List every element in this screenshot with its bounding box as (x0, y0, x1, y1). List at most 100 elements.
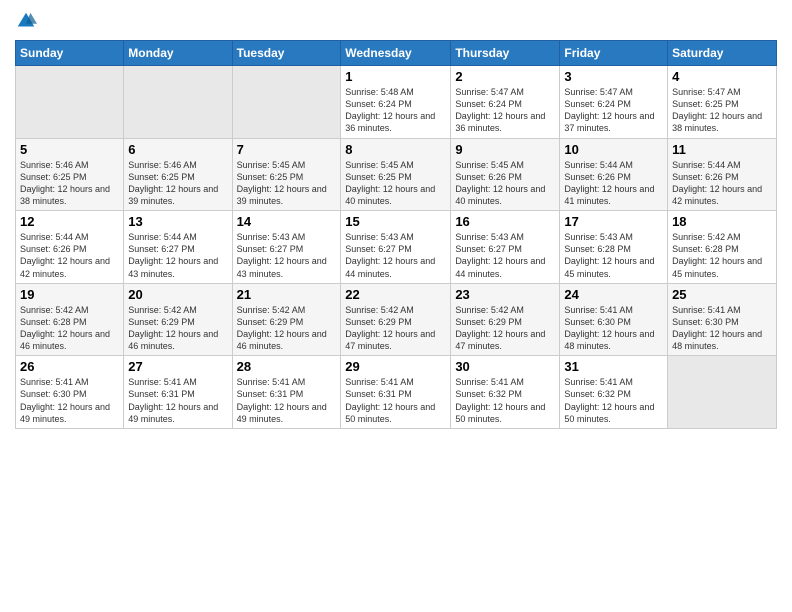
weekday-header: Tuesday (232, 41, 341, 66)
calendar-cell: 2 Sunrise: 5:47 AMSunset: 6:24 PMDaylight… (451, 66, 560, 139)
calendar-cell: 25 Sunrise: 5:41 AMSunset: 6:30 PMDayligh… (668, 283, 777, 356)
day-number: 5 (20, 142, 119, 157)
day-info: Sunrise: 5:46 AMSunset: 6:25 PMDaylight:… (20, 160, 110, 206)
calendar-cell: 19Sunrise: 5:42 AMSunset: 6:28 PMDayligh… (16, 283, 124, 356)
day-info: Sunrise: 5:42 AMSunset: 6:28 PMDaylight:… (672, 232, 762, 278)
day-number: 7 (237, 142, 337, 157)
day-info: Sunrise: 5:41 AMSunset: 6:31 PMDaylight:… (345, 377, 435, 423)
calendar-cell (124, 66, 232, 139)
day-number: 6 (128, 142, 227, 157)
weekday-header: Sunday (16, 41, 124, 66)
day-info: Sunrise: 5:46 AMSunset: 6:25 PMDaylight:… (128, 160, 218, 206)
logo (15, 10, 39, 32)
day-info: Sunrise: 5:42 AMSunset: 6:28 PMDaylight:… (20, 305, 110, 351)
calendar-cell: 23Sunrise: 5:42 AMSunset: 6:29 PMDayligh… (451, 283, 560, 356)
day-number: 10 (564, 142, 663, 157)
day-number: 30 (455, 359, 555, 374)
calendar-cell: 12 Sunrise: 5:44 AMSunset: 6:26 PMDayligh… (16, 211, 124, 284)
weekday-header: Thursday (451, 41, 560, 66)
day-number: 12 (20, 214, 119, 229)
day-info: Sunrise: 5:47 AMSunset: 6:25 PMDaylight:… (672, 87, 762, 133)
day-number: 17 (564, 214, 663, 229)
logo-icon (15, 10, 37, 32)
weekday-header: Friday (560, 41, 668, 66)
day-info: Sunrise: 5:45 AMSunset: 6:26 PMDaylight:… (455, 160, 545, 206)
day-info: Sunrise: 5:41 AMSunset: 6:30 PMDaylight:… (20, 377, 110, 423)
day-number: 21 (237, 287, 337, 302)
calendar-cell: 28Sunrise: 5:41 AMSunset: 6:31 PMDayligh… (232, 356, 341, 429)
calendar-week-row: 5 Sunrise: 5:46 AMSunset: 6:25 PMDaylight… (16, 138, 777, 211)
day-number: 1 (345, 69, 446, 84)
day-info: Sunrise: 5:41 AMSunset: 6:31 PMDaylight:… (128, 377, 218, 423)
day-info: Sunrise: 5:42 AMSunset: 6:29 PMDaylight:… (237, 305, 327, 351)
calendar-cell: 16 Sunrise: 5:43 AMSunset: 6:27 PMDayligh… (451, 211, 560, 284)
day-number: 27 (128, 359, 227, 374)
weekday-header: Saturday (668, 41, 777, 66)
calendar-cell: 29 Sunrise: 5:41 AMSunset: 6:31 PMDayligh… (341, 356, 451, 429)
weekday-header: Wednesday (341, 41, 451, 66)
day-number: 14 (237, 214, 337, 229)
calendar-cell: 31Sunrise: 5:41 AMSunset: 6:32 PMDayligh… (560, 356, 668, 429)
calendar-cell: 17Sunrise: 5:43 AMSunset: 6:28 PMDayligh… (560, 211, 668, 284)
day-info: Sunrise: 5:42 AMSunset: 6:29 PMDaylight:… (128, 305, 218, 351)
day-info: Sunrise: 5:47 AMSunset: 6:24 PMDaylight:… (455, 87, 545, 133)
day-info: Sunrise: 5:43 AMSunset: 6:27 PMDaylight:… (455, 232, 545, 278)
day-info: Sunrise: 5:41 AMSunset: 6:30 PMDaylight:… (672, 305, 762, 351)
calendar-week-row: 26Sunrise: 5:41 AMSunset: 6:30 PMDayligh… (16, 356, 777, 429)
calendar-cell: 14Sunrise: 5:43 AMSunset: 6:27 PMDayligh… (232, 211, 341, 284)
calendar-cell: 1 Sunrise: 5:48 AMSunset: 6:24 PMDaylight… (341, 66, 451, 139)
calendar-cell: 5 Sunrise: 5:46 AMSunset: 6:25 PMDaylight… (16, 138, 124, 211)
calendar-cell: 8 Sunrise: 5:45 AMSunset: 6:25 PMDaylight… (341, 138, 451, 211)
day-number: 2 (455, 69, 555, 84)
day-info: Sunrise: 5:44 AMSunset: 6:26 PMDaylight:… (564, 160, 654, 206)
calendar-cell: 21 Sunrise: 5:42 AMSunset: 6:29 PMDayligh… (232, 283, 341, 356)
day-number: 25 (672, 287, 772, 302)
day-info: Sunrise: 5:48 AMSunset: 6:24 PMDaylight:… (345, 87, 435, 133)
calendar-cell: 9 Sunrise: 5:45 AMSunset: 6:26 PMDaylight… (451, 138, 560, 211)
day-info: Sunrise: 5:41 AMSunset: 6:31 PMDaylight:… (237, 377, 327, 423)
day-info: Sunrise: 5:45 AMSunset: 6:25 PMDaylight:… (345, 160, 435, 206)
calendar-cell: 26Sunrise: 5:41 AMSunset: 6:30 PMDayligh… (16, 356, 124, 429)
day-info: Sunrise: 5:44 AMSunset: 6:26 PMDaylight:… (672, 160, 762, 206)
calendar-cell: 20 Sunrise: 5:42 AMSunset: 6:29 PMDayligh… (124, 283, 232, 356)
day-number: 8 (345, 142, 446, 157)
calendar-cell: 18 Sunrise: 5:42 AMSunset: 6:28 PMDayligh… (668, 211, 777, 284)
calendar-cell: 30Sunrise: 5:41 AMSunset: 6:32 PMDayligh… (451, 356, 560, 429)
day-number: 16 (455, 214, 555, 229)
day-number: 3 (564, 69, 663, 84)
weekday-header: Monday (124, 41, 232, 66)
day-number: 24 (564, 287, 663, 302)
day-number: 29 (345, 359, 446, 374)
calendar-week-row: 1 Sunrise: 5:48 AMSunset: 6:24 PMDaylight… (16, 66, 777, 139)
day-number: 18 (672, 214, 772, 229)
day-info: Sunrise: 5:44 AMSunset: 6:27 PMDaylight:… (128, 232, 218, 278)
calendar-week-row: 12 Sunrise: 5:44 AMSunset: 6:26 PMDayligh… (16, 211, 777, 284)
weekday-header-row: SundayMondayTuesdayWednesdayThursdayFrid… (16, 41, 777, 66)
calendar-cell: 4Sunrise: 5:47 AMSunset: 6:25 PMDaylight… (668, 66, 777, 139)
calendar-cell: 7 Sunrise: 5:45 AMSunset: 6:25 PMDaylight… (232, 138, 341, 211)
day-info: Sunrise: 5:45 AMSunset: 6:25 PMDaylight:… (237, 160, 327, 206)
day-info: Sunrise: 5:47 AMSunset: 6:24 PMDaylight:… (564, 87, 654, 133)
day-info: Sunrise: 5:44 AMSunset: 6:26 PMDaylight:… (20, 232, 110, 278)
calendar-cell: 13 Sunrise: 5:44 AMSunset: 6:27 PMDayligh… (124, 211, 232, 284)
page: SundayMondayTuesdayWednesdayThursdayFrid… (0, 0, 792, 612)
calendar-cell: 15Sunrise: 5:43 AMSunset: 6:27 PMDayligh… (341, 211, 451, 284)
calendar-cell (16, 66, 124, 139)
calendar-cell: 24 Sunrise: 5:41 AMSunset: 6:30 PMDayligh… (560, 283, 668, 356)
calendar-cell: 27 Sunrise: 5:41 AMSunset: 6:31 PMDayligh… (124, 356, 232, 429)
day-number: 20 (128, 287, 227, 302)
day-number: 23 (455, 287, 555, 302)
day-number: 31 (564, 359, 663, 374)
day-info: Sunrise: 5:43 AMSunset: 6:27 PMDaylight:… (345, 232, 435, 278)
calendar-cell (668, 356, 777, 429)
day-number: 9 (455, 142, 555, 157)
day-number: 13 (128, 214, 227, 229)
calendar: SundayMondayTuesdayWednesdayThursdayFrid… (15, 40, 777, 429)
day-number: 22 (345, 287, 446, 302)
day-info: Sunrise: 5:41 AMSunset: 6:30 PMDaylight:… (564, 305, 654, 351)
calendar-cell: 22Sunrise: 5:42 AMSunset: 6:29 PMDayligh… (341, 283, 451, 356)
calendar-cell: 6 Sunrise: 5:46 AMSunset: 6:25 PMDaylight… (124, 138, 232, 211)
calendar-cell: 3 Sunrise: 5:47 AMSunset: 6:24 PMDaylight… (560, 66, 668, 139)
calendar-cell: 11Sunrise: 5:44 AMSunset: 6:26 PMDayligh… (668, 138, 777, 211)
header (15, 10, 777, 32)
